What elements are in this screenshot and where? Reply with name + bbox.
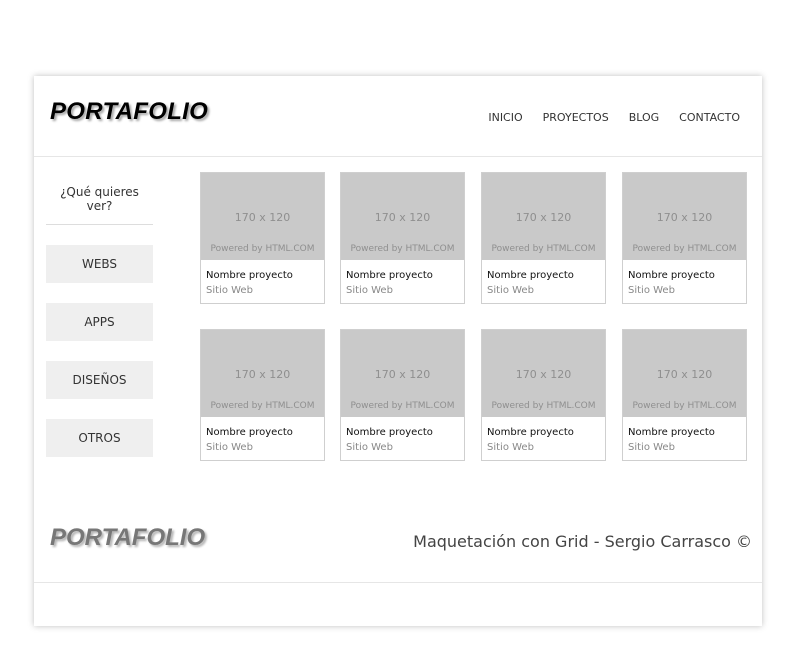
project-name: Nombre proyecto — [487, 427, 574, 438]
project-card[interactable]: 170 x 120 Powered by HTML.COM Nombre pro… — [622, 172, 747, 304]
thumbnail-powered-label: Powered by HTML.COM — [491, 401, 596, 411]
project-thumbnail: 170 x 120 Powered by HTML.COM — [482, 173, 605, 260]
filter-button-webs[interactable]: WEBS — [46, 245, 153, 283]
thumbnail-size-label: 170 x 120 — [515, 211, 572, 224]
footer-divider — [34, 582, 762, 583]
thumbnail-size-label: 170 x 120 — [656, 368, 713, 381]
project-category: Sitio Web — [206, 442, 253, 453]
footer-logo: PORTAFOLIO — [50, 524, 206, 551]
nav-item-blog[interactable]: BLOG — [629, 111, 659, 124]
project-name: Nombre proyecto — [346, 270, 433, 281]
project-card[interactable]: 170 x 120 Powered by HTML.COM Nombre pro… — [622, 329, 747, 461]
project-category: Sitio Web — [346, 442, 393, 453]
site-logo[interactable]: PORTAFOLIO — [50, 98, 208, 126]
thumbnail-size-label: 170 x 120 — [234, 211, 291, 224]
project-name: Nombre proyecto — [206, 270, 293, 281]
project-category: Sitio Web — [487, 442, 534, 453]
project-thumbnail: 170 x 120 Powered by HTML.COM — [341, 330, 464, 417]
thumbnail-size-label: 170 x 120 — [515, 368, 572, 381]
nav-item-inicio[interactable]: INICIO — [488, 111, 522, 124]
project-category: Sitio Web — [628, 285, 675, 296]
main-nav: INICIO PROYECTOS BLOG CONTACTO — [488, 111, 740, 124]
project-thumbnail: 170 x 120 Powered by HTML.COM — [341, 173, 464, 260]
project-thumbnail: 170 x 120 Powered by HTML.COM — [201, 173, 324, 260]
footer-credit: Maquetación con Grid - Sergio Carrasco © — [413, 532, 752, 551]
project-card[interactable]: 170 x 120 Powered by HTML.COM Nombre pro… — [200, 172, 325, 304]
thumbnail-powered-label: Powered by HTML.COM — [632, 244, 737, 254]
project-thumbnail: 170 x 120 Powered by HTML.COM — [201, 330, 324, 417]
thumbnail-powered-label: Powered by HTML.COM — [210, 401, 315, 411]
project-name: Nombre proyecto — [628, 427, 715, 438]
thumbnail-size-label: 170 x 120 — [374, 211, 431, 224]
header: PORTAFOLIO INICIO PROYECTOS BLOG CONTACT… — [34, 76, 762, 157]
sidebar-title: ¿Qué quieres ver? — [46, 176, 153, 225]
thumbnail-powered-label: Powered by HTML.COM — [632, 401, 737, 411]
project-name: Nombre proyecto — [487, 270, 574, 281]
page-container: PORTAFOLIO INICIO PROYECTOS BLOG CONTACT… — [34, 76, 762, 626]
project-name: Nombre proyecto — [628, 270, 715, 281]
project-category: Sitio Web — [346, 285, 393, 296]
thumbnail-powered-label: Powered by HTML.COM — [350, 401, 455, 411]
project-category: Sitio Web — [628, 442, 675, 453]
project-card[interactable]: 170 x 120 Powered by HTML.COM Nombre pro… — [481, 329, 606, 461]
thumbnail-powered-label: Powered by HTML.COM — [210, 244, 315, 254]
project-category: Sitio Web — [206, 285, 253, 296]
nav-item-contacto[interactable]: CONTACTO — [679, 111, 740, 124]
thumbnail-size-label: 170 x 120 — [234, 368, 291, 381]
project-card[interactable]: 170 x 120 Powered by HTML.COM Nombre pro… — [200, 329, 325, 461]
project-card[interactable]: 170 x 120 Powered by HTML.COM Nombre pro… — [340, 172, 465, 304]
project-thumbnail: 170 x 120 Powered by HTML.COM — [623, 330, 746, 417]
project-card[interactable]: 170 x 120 Powered by HTML.COM Nombre pro… — [340, 329, 465, 461]
filter-button-disenos[interactable]: DISEÑOS — [46, 361, 153, 399]
thumbnail-powered-label: Powered by HTML.COM — [350, 244, 455, 254]
project-category: Sitio Web — [487, 285, 534, 296]
project-thumbnail: 170 x 120 Powered by HTML.COM — [623, 173, 746, 260]
project-name: Nombre proyecto — [206, 427, 293, 438]
project-name: Nombre proyecto — [346, 427, 433, 438]
nav-item-proyectos[interactable]: PROYECTOS — [543, 111, 609, 124]
thumbnail-size-label: 170 x 120 — [656, 211, 713, 224]
filter-button-apps[interactable]: APPS — [46, 303, 153, 341]
project-card[interactable]: 170 x 120 Powered by HTML.COM Nombre pro… — [481, 172, 606, 304]
thumbnail-size-label: 170 x 120 — [374, 368, 431, 381]
project-thumbnail: 170 x 120 Powered by HTML.COM — [482, 330, 605, 417]
sidebar: ¿Qué quieres ver? WEBS APPS DISEÑOS OTRO… — [46, 176, 153, 457]
filter-button-otros[interactable]: OTROS — [46, 419, 153, 457]
thumbnail-powered-label: Powered by HTML.COM — [491, 244, 596, 254]
